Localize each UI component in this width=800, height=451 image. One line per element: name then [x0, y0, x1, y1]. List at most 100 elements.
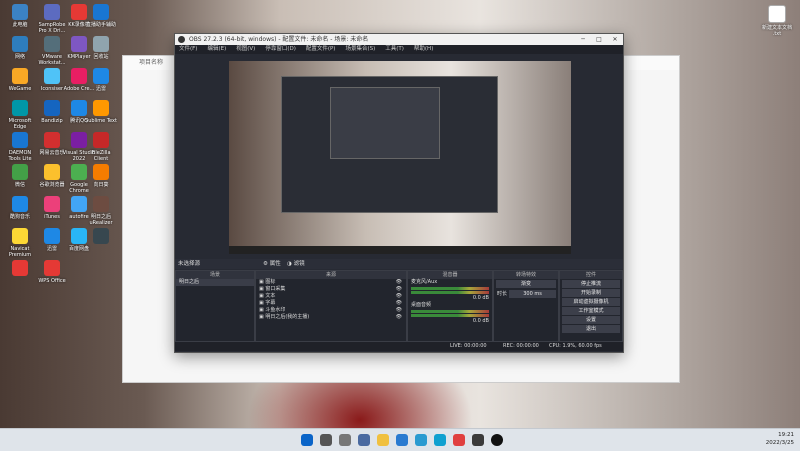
desktop-icon[interactable]: Microsoft Edge	[3, 100, 37, 130]
app-icon[interactable]	[415, 434, 427, 446]
desktop-icon[interactable]: WPS Office	[35, 260, 69, 284]
app-icon[interactable]	[472, 434, 484, 446]
visibility-icon[interactable]: 👁	[396, 314, 406, 321]
desktop-icon-label: Microsoft Edge	[8, 118, 32, 130]
control-button[interactable]: 启动虚拟摄像机	[562, 298, 620, 306]
visibility-icon[interactable]: 👁	[396, 279, 406, 286]
source-label: 文本	[265, 293, 276, 299]
obs-taskbar-icon[interactable]	[491, 434, 503, 446]
control-button[interactable]: 工作室模式	[562, 307, 620, 315]
app-icon	[12, 68, 28, 84]
desktop-icon[interactable]: 直播助手辅助	[84, 4, 118, 28]
audio-meter	[411, 291, 489, 294]
obs-statusbar: LIVE: 00:00:00 REC: 00:00:00 CPU: 1.9%, …	[175, 342, 623, 351]
app-icon	[44, 100, 60, 116]
app-icon	[44, 260, 60, 276]
properties-button[interactable]: ⚙ 属性	[263, 259, 281, 269]
desktop-icon-label: FileZilla Client	[91, 150, 111, 162]
app-icon	[44, 4, 60, 20]
app-icon	[12, 196, 28, 212]
desktop-icon[interactable]: 迅雷	[84, 68, 118, 92]
desktop-icon[interactable]: 微信	[3, 164, 37, 188]
control-button[interactable]: 退出	[562, 325, 620, 333]
edge-icon[interactable]	[434, 434, 446, 446]
source-item[interactable]: ▣ 明日之后(我的主播) 👁	[256, 314, 406, 321]
control-button[interactable]: 设置	[562, 316, 620, 324]
control-button[interactable]: 开始录制	[562, 289, 620, 297]
desktop-icon[interactable]: 酷狗音乐	[3, 196, 37, 220]
maximize-icon[interactable]: □	[591, 34, 607, 45]
duration-label: 时长	[497, 290, 508, 297]
clock-date: 2022/3/25	[765, 440, 794, 446]
widgets-icon[interactable]	[358, 434, 370, 446]
app-icon	[93, 132, 109, 148]
sources-dock-title: 来源	[256, 271, 406, 279]
obs-preview[interactable]	[229, 61, 571, 254]
sources-list: ▣ 图标 👁 ▣ 窗口采集 👁 ▣ 文本 👁 ▣ 字幕 👁 ▣ 斗鱼水印 👁 ▣ 明日之后(我的主播…	[256, 279, 406, 321]
source-label: 斗鱼水印	[265, 307, 286, 313]
scene-item[interactable]: 明日之后	[176, 279, 254, 286]
system-tray[interactable]: 19:21 2022/3/25	[766, 431, 794, 447]
task-view-icon[interactable]	[339, 434, 351, 446]
desktop-icon[interactable]	[3, 260, 37, 278]
live-status: LIVE: 00:00:00	[450, 343, 487, 349]
desktop-icon[interactable]	[84, 228, 118, 246]
filters-button[interactable]: ◑ 滤镜	[287, 259, 305, 269]
start-icon[interactable]	[301, 434, 313, 446]
app-icon	[44, 68, 60, 84]
desktop-icon-label: 微信	[14, 182, 25, 188]
menu-item[interactable]: 文件(F)	[179, 45, 197, 54]
visibility-icon[interactable]: 👁	[396, 307, 406, 314]
preview-taskbar	[229, 246, 571, 254]
desktop-icon[interactable]: 向日葵	[84, 164, 118, 188]
duration-field[interactable]: 300 ms	[509, 290, 556, 298]
menu-item[interactable]: 视图(V)	[236, 45, 255, 54]
control-button[interactable]: 停止推流	[562, 280, 620, 288]
source-item[interactable]: ▣ 文本 👁	[256, 293, 406, 300]
desktop-icon-label: Bandizip	[41, 118, 63, 124]
source-item[interactable]: ▣ 斗鱼水印 👁	[256, 307, 406, 314]
desktop-icon[interactable]: 明日之后 uRealizer	[84, 196, 118, 226]
close-icon[interactable]: ✕	[607, 34, 623, 45]
menu-item[interactable]: 编辑(E)	[207, 45, 226, 54]
store-icon[interactable]	[396, 434, 408, 446]
properties-label: 属性	[269, 261, 281, 267]
explorer-icon[interactable]	[377, 434, 389, 446]
transition-select[interactable]: 渐变	[496, 280, 556, 288]
audio-meter	[411, 287, 489, 290]
obs-titlebar[interactable]: OBS 27.2.3 (64-bit, windows) - 配置文件: 未命名…	[175, 34, 623, 45]
desktop-icon[interactable]: WeGame	[3, 68, 37, 92]
menu-item[interactable]: 场景集合(S)	[345, 45, 375, 54]
source-item[interactable]: ▣ 图标 👁	[256, 279, 406, 286]
menu-item[interactable]: 配置文件(P)	[306, 45, 336, 54]
no-source-selected-label: 未选择源	[178, 261, 201, 267]
desktop-icon-label: 迅雷	[46, 246, 57, 252]
source-item[interactable]: ▣ 窗口采集 👁	[256, 286, 406, 293]
visibility-icon[interactable]: 👁	[396, 286, 406, 293]
desktop-icon-label: WeGame	[8, 86, 32, 92]
visibility-icon[interactable]: 👁	[396, 293, 406, 300]
desktop-icon[interactable]: Sublime Text	[84, 100, 118, 124]
obs-window[interactable]: OBS 27.2.3 (64-bit, windows) - 配置文件: 未命名…	[174, 33, 624, 353]
app-icon[interactable]	[453, 434, 465, 446]
menu-item[interactable]: 停靠窗口(D)	[265, 45, 296, 54]
desktop-icon[interactable]: 回收站	[84, 36, 118, 60]
desktop-icon[interactable]: 网络	[3, 36, 37, 60]
minimize-icon[interactable]: ─	[575, 34, 591, 45]
app-icon	[93, 100, 109, 116]
desktop-file-icon[interactable]: 新建文本文档 .txt	[760, 5, 794, 37]
desktop-icon[interactable]: FileZilla Client	[84, 132, 118, 162]
search-icon[interactable]	[320, 434, 332, 446]
mixer-channel-name: 桌面音频	[411, 302, 432, 308]
menu-item[interactable]: 帮助(H)	[414, 45, 433, 54]
cpu-status: CPU: 1.9%, 60.00 fps	[549, 343, 602, 349]
desktop-icon[interactable]: Navicat Premium	[3, 228, 37, 258]
desktop-icon[interactable]: DAEMON Tools Lite	[3, 132, 37, 162]
visibility-icon[interactable]: 👁	[396, 300, 406, 307]
desktop-icon[interactable]: 此电脑	[3, 4, 37, 28]
source-item[interactable]: ▣ 字幕 👁	[256, 300, 406, 307]
menu-item[interactable]: 工具(T)	[385, 45, 404, 54]
app-icon	[93, 36, 109, 52]
desktop-icon-label: Iconsiser	[40, 86, 64, 92]
audio-meter	[411, 310, 489, 313]
